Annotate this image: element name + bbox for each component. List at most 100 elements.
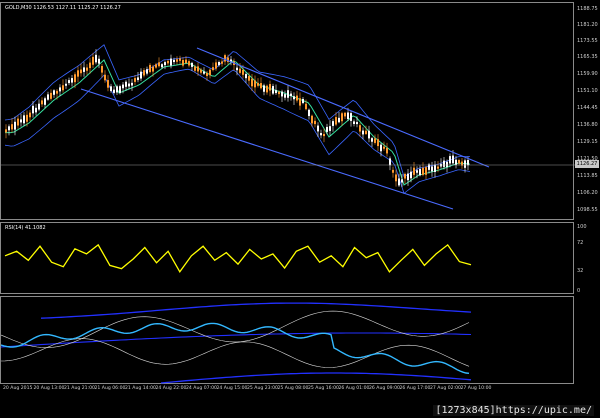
candle-body — [392, 169, 394, 173]
candle-body — [416, 170, 418, 173]
candle-body — [188, 61, 190, 66]
date-axis-label: 27 Aug 10:00 — [460, 386, 492, 391]
candle-body — [170, 58, 172, 66]
envelope-upper — [40, 302, 472, 319]
date-axis-label: 21 Aug 06:00 — [94, 386, 126, 391]
date-axis-label: 24 Aug 07:00 — [186, 386, 217, 391]
candle-body — [332, 121, 334, 126]
candle-body — [80, 69, 82, 74]
candle-body — [362, 130, 364, 135]
candle-body — [125, 81, 127, 87]
candle-body — [56, 90, 58, 94]
current-price-tag: 1126.27 — [575, 160, 599, 168]
candle-body — [209, 69, 211, 76]
price-scale-label: 1113.85 — [577, 173, 598, 179]
candle-body — [374, 138, 376, 143]
candle-body — [182, 60, 184, 66]
candle-body — [284, 94, 286, 98]
candle-body — [323, 133, 325, 137]
candle-body — [146, 69, 148, 74]
candle-body — [344, 112, 346, 117]
indicator-pane[interactable] — [0, 296, 574, 384]
candle-body — [287, 90, 289, 98]
candle-body — [422, 167, 424, 175]
candle-body — [203, 71, 205, 74]
candle-body — [65, 83, 67, 86]
date-axis-label: 26 Aug 01:00 — [338, 386, 370, 391]
price-chart-pane[interactable]: GOLD,M30 1126.53 1127.11 1125.27 1126.27 — [0, 2, 575, 220]
candle-body — [419, 168, 421, 176]
candle-body — [194, 66, 196, 71]
candle-body — [149, 64, 151, 73]
price-scale-label: 1129.15 — [577, 139, 598, 145]
candle-body — [455, 159, 457, 165]
candle-body — [425, 167, 427, 175]
candle-body — [272, 86, 274, 94]
candle-body — [320, 133, 322, 136]
date-axis-label: 26 Aug 09:00 — [369, 386, 400, 391]
candle-body — [317, 125, 319, 132]
candle-body — [254, 80, 256, 88]
trend-channel — [80, 47, 490, 210]
candle-body — [32, 105, 34, 114]
candle-body — [224, 55, 226, 62]
candle-body — [179, 58, 181, 61]
candle-body — [437, 166, 439, 169]
price-scale-label: 1159.90 — [577, 71, 598, 77]
candle-body — [11, 124, 13, 130]
rsi-scale-32: 32 — [577, 268, 584, 274]
candle-body — [464, 160, 466, 168]
candle-body — [158, 62, 160, 67]
price-scale-label: 1136.80 — [577, 122, 598, 128]
candle-body — [260, 83, 262, 89]
candle-body — [215, 62, 217, 69]
price-scale-label: 1181.20 — [577, 22, 598, 28]
candle-body — [14, 121, 16, 130]
candle-body — [452, 155, 454, 164]
candle-body — [446, 161, 448, 167]
candle-body — [167, 60, 169, 64]
candle-body — [380, 144, 382, 152]
candle-body — [377, 139, 379, 147]
candle-body — [329, 126, 331, 131]
indicator-svg — [1, 302, 472, 384]
candle-body — [389, 158, 391, 166]
candle-body — [341, 113, 343, 122]
candle-body — [143, 70, 145, 76]
candle-body — [353, 121, 355, 125]
candle-body — [299, 98, 301, 106]
candle-body — [443, 160, 445, 167]
envelope-middle — [1, 332, 472, 348]
rsi-pane[interactable]: RSI(14) 41.1082 — [0, 222, 574, 294]
candle-body — [113, 89, 115, 93]
candle-body — [308, 109, 310, 117]
price-scale-label: 1188.75 — [577, 6, 598, 12]
candles — [5, 49, 469, 188]
date-axis-label: 21 Aug 21:00 — [64, 386, 95, 391]
candle-body — [350, 113, 352, 121]
candle-body — [242, 69, 244, 75]
candle-body — [368, 130, 370, 139]
candle-body — [212, 67, 214, 71]
candle-body — [47, 94, 49, 100]
candle-body — [38, 103, 40, 110]
candle-body — [248, 76, 250, 81]
candle-body — [74, 74, 76, 83]
candle-body — [92, 56, 94, 65]
candle-body — [467, 160, 469, 166]
candle-body — [98, 58, 100, 64]
candle-body — [404, 173, 406, 179]
candle-body — [191, 62, 193, 67]
candle-body — [239, 68, 241, 73]
candle-body — [245, 74, 247, 79]
candle-body — [236, 67, 238, 71]
candle-body — [197, 66, 199, 72]
price-scale-label: 1106.20 — [577, 190, 598, 196]
date-axis: 20 Aug 2015 20 Aug 13:00 21 Aug 21:00 21 Au… — [0, 386, 574, 394]
candle-body — [23, 115, 25, 124]
candle-body — [137, 77, 139, 81]
candle-body — [68, 80, 70, 84]
candle-body — [221, 61, 223, 64]
candle-body — [293, 96, 295, 100]
candle-body — [122, 84, 124, 89]
